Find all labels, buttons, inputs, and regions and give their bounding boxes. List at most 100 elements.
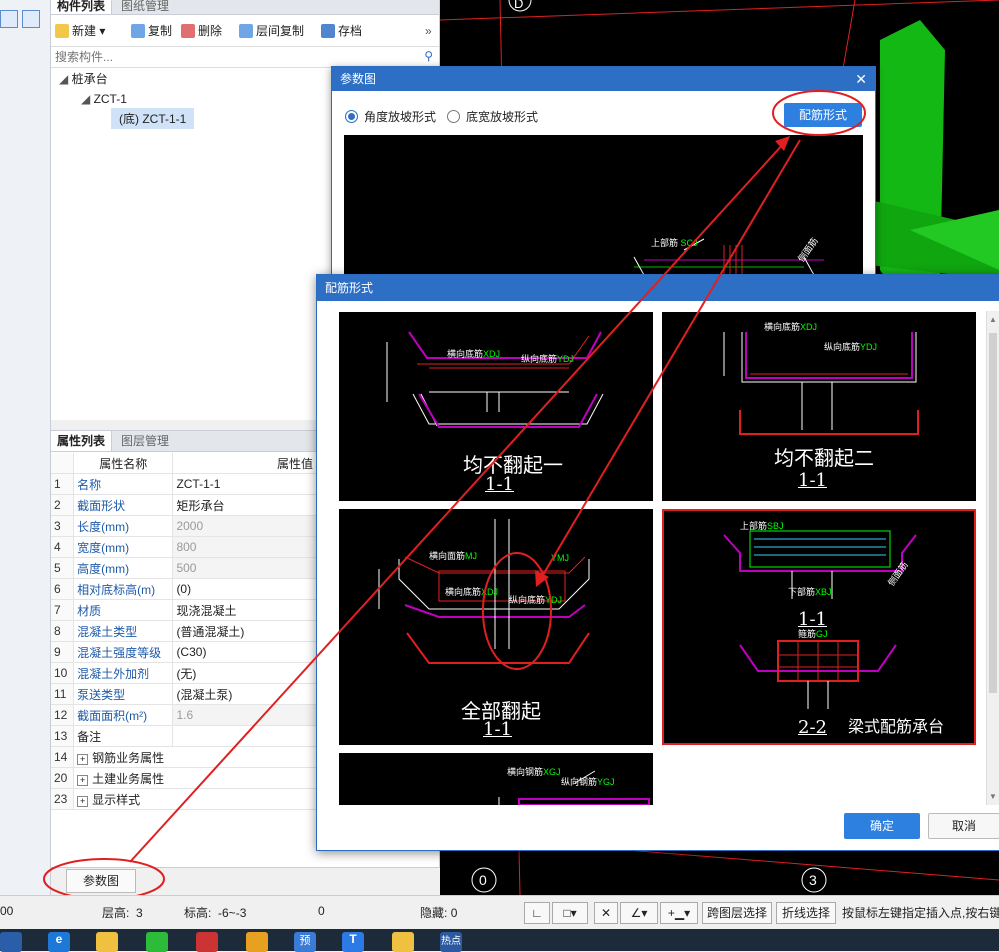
table-row[interactable]: 8 混凝土类型 (普通混凝土) — [51, 620, 317, 642]
taskbar: e 预 T 热点 — [0, 929, 999, 952]
tree-child[interactable]: ◢ ZCT-1 — [81, 92, 127, 106]
option-2-section: 1-1 — [798, 470, 827, 491]
dialog-scrollbar[interactable]: ▲ ▼ — [986, 311, 999, 805]
ok-button[interactable]: 确定 — [844, 813, 920, 839]
delete-icon — [181, 24, 195, 38]
axis-label-3: 3 — [809, 872, 817, 888]
new-button[interactable]: 新建 ▾ — [55, 22, 105, 40]
copy-button[interactable]: 复制 — [131, 22, 172, 40]
ie-icon[interactable] — [0, 932, 22, 952]
rebar-option-4-selected[interactable]: 上部筋SBJ 下部筋XBJ 箍筋GJ 侧面筋 1-1 2-2 梁式配筋承台 — [662, 509, 976, 745]
prop-name: 宽度(mm) — [73, 536, 174, 558]
edge-icon[interactable]: e — [48, 932, 70, 952]
yu-icon[interactable]: 预 — [294, 932, 316, 952]
t-icon[interactable]: T — [342, 932, 364, 952]
param-diagram-dialog: 参数图 ✕ 角度放坡形式 底宽放坡形式 配筋形式 上部筋 SCJ 侧面筋 — [331, 66, 876, 278]
table-row[interactable]: 4 宽度(mm) 800 — [51, 536, 317, 558]
list-view-icon[interactable] — [0, 10, 18, 28]
floor-copy-button[interactable]: 层间复制 — [239, 22, 304, 40]
header-name: 属性名称 — [73, 453, 174, 474]
close-icon[interactable]: ✕ — [855, 67, 867, 91]
dimension-icon[interactable]: +▁▾ — [660, 902, 698, 924]
table-row-group[interactable]: 20 + 土建业务属性 — [51, 767, 317, 789]
prop-value[interactable]: 现浇混凝土 — [172, 599, 317, 621]
status-bar: 00 层高: 3 标高: -6~-3 0 隐藏: 0 ∟ □▾ ✕ ∠▾ +▁▾… — [0, 895, 999, 930]
expand-icon[interactable]: + — [77, 795, 89, 807]
expand-icon[interactable]: + — [77, 753, 89, 765]
table-row[interactable]: 7 材质 现浇混凝土 — [51, 599, 317, 621]
app-icon[interactable] — [196, 932, 218, 952]
scroll-down-icon[interactable]: ▼ — [989, 792, 997, 801]
polyline-select-button[interactable]: 折线选择 — [776, 902, 836, 924]
prop-group[interactable]: + 钢筋业务属性 — [73, 746, 317, 768]
rebar-form-button[interactable]: 配筋形式 — [784, 103, 862, 127]
table-row[interactable]: 1 名称 ZCT-1-1 — [51, 473, 317, 495]
rebar-option-3[interactable]: 横向面筋MJ 横向底筋XDJ 纵向底筋YDJ YMJ 全部翻起 1-1 — [339, 509, 653, 745]
cross-layer-select-button[interactable]: 跨图层选择 — [702, 902, 772, 924]
prop-name: 长度(mm) — [73, 515, 174, 537]
more-icon[interactable]: » — [425, 22, 432, 40]
tab-drawing-management[interactable]: 图纸管理 — [115, 0, 175, 14]
table-row[interactable]: 3 长度(mm) 2000 — [51, 515, 317, 537]
rebar-option-2[interactable]: 横向底筋XDJ 纵向底筋YDJ 均不翻起二 1-1 — [662, 312, 976, 501]
row-num: 1 — [51, 473, 75, 495]
row-num: 9 — [51, 641, 75, 663]
prop-value[interactable]: (无) — [172, 662, 317, 684]
search-icon[interactable]: ⚲ — [424, 49, 433, 63]
tree-leaf-selected[interactable]: (底) ZCT-1-1 — [111, 108, 195, 129]
component-toolbar: 新建 ▾ 复制 删除 层间复制 存档 » — [51, 18, 439, 44]
table-row[interactable]: 6 相对底标高(m) (0) — [51, 578, 317, 600]
radio-angle-slope[interactable]: 角度放坡形式 — [345, 108, 436, 125]
table-row[interactable]: 10 混凝土外加剂 (无) — [51, 662, 317, 684]
prop-value[interactable]: (普通混凝土) — [172, 620, 317, 642]
scroll-up-icon[interactable]: ▲ — [989, 315, 997, 324]
param-diagram-button[interactable]: 参数图 — [66, 869, 136, 893]
prop-value: 1.6 — [172, 704, 317, 726]
tree-root[interactable]: ◢ 桩承台 — [59, 70, 108, 87]
prop-group[interactable]: + 显示样式 — [73, 788, 317, 810]
table-row[interactable]: 9 混凝土强度等级 (C30) — [51, 641, 317, 663]
rebar-option-1[interactable]: 横向底筋XDJ 纵向底筋YDJ 均不翻起一 1-1 — [339, 312, 653, 501]
hotspot-icon[interactable]: 热点 — [440, 932, 462, 952]
snap-icon[interactable]: □▾ — [552, 902, 588, 924]
grid-view-icon[interactable] — [22, 10, 40, 28]
prop-value[interactable]: ZCT-1-1 — [172, 473, 317, 495]
angle-icon[interactable]: ∠▾ — [620, 902, 658, 924]
delete-button[interactable]: 删除 — [181, 22, 222, 40]
prop-value[interactable]: (混凝土泵) — [172, 683, 317, 705]
prop-name: 高度(mm) — [73, 557, 174, 579]
table-row-group[interactable]: 14 + 钢筋业务属性 — [51, 746, 317, 768]
radio-width-slope[interactable]: 底宽放坡形式 — [447, 108, 538, 125]
wechat-icon[interactable] — [146, 932, 168, 952]
tab-layer-management[interactable]: 图层管理 — [115, 431, 175, 451]
help-icon[interactable] — [392, 932, 414, 952]
option-4-section-2: 2-2 — [798, 717, 827, 738]
scroll-thumb[interactable] — [989, 333, 997, 693]
table-row-group[interactable]: 23 + 显示样式 — [51, 788, 317, 810]
cross-icon[interactable]: ✕ — [594, 902, 618, 924]
label-horiz-face: 横向面筋MJ — [429, 551, 478, 561]
expand-icon[interactable]: + — [77, 774, 89, 786]
table-row[interactable]: 12 截面面积(m²) 1.6 — [51, 704, 317, 726]
save-button[interactable]: 存档 — [321, 22, 362, 40]
search-input[interactable] — [53, 47, 397, 67]
ortho-icon[interactable]: ∟ — [524, 902, 550, 924]
prop-value[interactable] — [172, 725, 317, 747]
tab-component-list[interactable]: 构件列表 — [51, 0, 113, 14]
cancel-button[interactable]: 取消 — [928, 813, 999, 839]
label-horiz-bottom-2: 横向底筋XDJ — [764, 322, 818, 332]
copy-icon — [131, 24, 145, 38]
table-row[interactable]: 13 备注 — [51, 725, 317, 747]
table-row[interactable]: 2 截面形状 矩形承台 — [51, 494, 317, 516]
table-row[interactable]: 11 泵送类型 (混凝土泵) — [51, 683, 317, 705]
rebar-option-5[interactable]: 横向钢筋XGJ 纵向钢筋YGJ — [339, 753, 653, 806]
tab-property-list[interactable]: 属性列表 — [51, 431, 113, 451]
prop-value[interactable]: (C30) — [172, 641, 317, 663]
app2-icon[interactable] — [246, 932, 268, 952]
dialog-titlebar: 参数图 ✕ — [332, 67, 875, 91]
prop-group[interactable]: + 土建业务属性 — [73, 767, 317, 789]
table-row[interactable]: 5 高度(mm) 500 — [51, 557, 317, 579]
prop-value[interactable]: 矩形承台 — [172, 494, 317, 516]
explorer-icon[interactable] — [96, 932, 118, 952]
prop-value[interactable]: (0) — [172, 578, 317, 600]
